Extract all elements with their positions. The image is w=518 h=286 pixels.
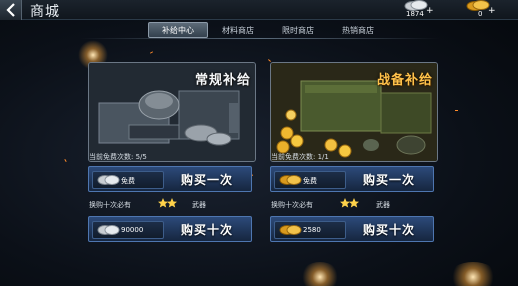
spark xyxy=(455,110,458,111)
tab-material-shop[interactable]: 材料商店 xyxy=(208,22,268,38)
price-box: 90000 xyxy=(92,221,164,239)
free-count-regular: 当前免费次数: 5/5 xyxy=(89,153,147,161)
buy-once-label: 购买一次 xyxy=(363,173,416,187)
buy-ten-label: 购买十次 xyxy=(181,223,234,237)
star-icon xyxy=(340,198,359,208)
add-silver-button[interactable]: + xyxy=(426,6,434,16)
spark xyxy=(149,51,154,54)
back-button[interactable] xyxy=(0,0,22,20)
silver-amount: 1874 xyxy=(406,10,424,18)
price-box: 2580 xyxy=(274,221,346,239)
tab-limited-shop[interactable]: 限时商店 xyxy=(268,22,328,38)
price-label: 免费 xyxy=(121,177,135,185)
regular-supply-card[interactable]: 常规补给 xyxy=(88,62,256,162)
gold-currency: 0 + xyxy=(462,0,502,20)
buy-ten-label: 购买十次 xyxy=(363,223,416,237)
price-box: 免费 xyxy=(92,171,164,189)
battle-supply-card[interactable]: 战备补给 xyxy=(270,62,438,162)
guarantee-hint-regular: 换购十次必有 xyxy=(89,200,131,212)
pack-banner-regular: 常规补给 xyxy=(194,73,251,88)
tab-hot-shop[interactable]: 热销商店 xyxy=(328,22,388,38)
silver-currency: 1874 + xyxy=(400,0,440,20)
reward-weapon-regular: 武器 xyxy=(192,201,206,209)
buy-ten-regular-button[interactable]: 90000 购买十次 xyxy=(88,216,252,242)
price-label: 免费 xyxy=(303,177,317,185)
star-icon xyxy=(158,198,177,208)
top-bar: 商城 1874 + 0 + xyxy=(0,0,518,20)
glow-effect xyxy=(300,262,340,286)
reward-weapon-battle: 武器 xyxy=(376,201,390,209)
page-title: 商城 xyxy=(30,4,60,20)
guarantee-text: 换购十次必有 xyxy=(89,201,131,209)
chevron-left-icon xyxy=(5,3,15,17)
silver-coin-icon xyxy=(97,225,120,235)
price-label: 90000 xyxy=(121,226,144,234)
shop-screen: { "header": { "title": "商城", "back_icon"… xyxy=(0,0,518,286)
free-count-battle: 当前免费次数: 1/1 xyxy=(271,153,329,161)
buy-once-regular-button[interactable]: 免费 购买一次 xyxy=(88,166,252,192)
silver-coin-icon xyxy=(97,175,120,185)
price-label: 2580 xyxy=(303,226,321,234)
gold-coin-icon xyxy=(279,175,302,185)
gold-amount: 0 xyxy=(478,10,483,18)
glow-effect xyxy=(448,262,498,286)
add-gold-button[interactable]: + xyxy=(488,6,496,16)
pack-banner-battle: 战备补给 xyxy=(376,73,433,88)
shop-tabs: 补给中心 材料商店 限时商店 热销商店 xyxy=(148,22,388,38)
guarantee-hint-battle: 换购十次必有 xyxy=(271,200,313,212)
tab-divider xyxy=(80,38,440,39)
buy-once-battle-button[interactable]: 免费 购买一次 xyxy=(270,166,434,192)
buy-ten-battle-button[interactable]: 2580 购买十次 xyxy=(270,216,434,242)
price-box: 免费 xyxy=(274,171,346,189)
buy-once-label: 购买一次 xyxy=(181,173,234,187)
tab-supply-center[interactable]: 补给中心 xyxy=(148,22,208,38)
spark xyxy=(64,158,67,163)
gold-coin-icon xyxy=(279,225,302,235)
guarantee-text: 换购十次必有 xyxy=(271,201,313,209)
